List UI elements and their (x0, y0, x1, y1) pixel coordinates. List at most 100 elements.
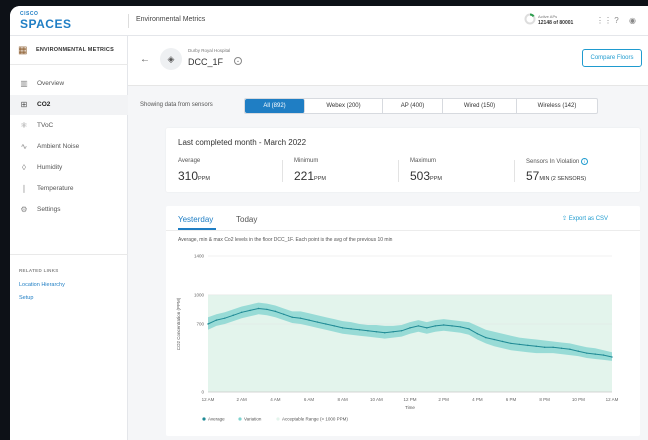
stat-sensors-in-violation: Sensors In Violation i 57MIN (2 SENSORS) (526, 158, 636, 186)
sound-wave-icon: ∿ (20, 142, 28, 151)
tab-today[interactable]: Today (236, 215, 257, 224)
sidebar-item-co2[interactable]: ⊞ CO2 (10, 95, 128, 115)
average-point (207, 323, 209, 325)
average-point (358, 329, 361, 331)
sidebar-item-temperature[interactable]: ❘ Temperature (10, 179, 128, 199)
stat-value: 310PPM (178, 169, 210, 183)
floor-layers-icon: ◈ (160, 48, 182, 70)
bar-chart-icon: ▥ (20, 79, 28, 88)
stat-label: Maximum (410, 158, 437, 164)
average-point (316, 321, 319, 323)
stat-value: 57MIN (2 SENSORS) (526, 169, 586, 183)
average-point (400, 330, 403, 332)
legend-label: Average (208, 417, 225, 422)
x-tick-label: 8 PM (539, 397, 550, 402)
co2-chart: 0 700 1000 1400 CO2 Concentration (PPM) 12 AM… (176, 254, 619, 422)
back-arrow-icon[interactable]: ← (140, 54, 150, 65)
help-icon[interactable]: ? (612, 16, 621, 25)
tab-ap[interactable]: AP (400) (383, 99, 443, 113)
molecule-icon: ⚛ (20, 121, 28, 130)
sidebar-item-overview[interactable]: ▥ Overview (10, 74, 128, 94)
average-point (333, 325, 335, 327)
active-aps-value: 12148 of 80001 (538, 20, 574, 26)
sidebar-item-tvoc[interactable]: ⚛ TVoC (10, 116, 128, 136)
stat-divider (514, 160, 515, 182)
active-aps-label: Active APs (538, 14, 558, 19)
stat-unit: MIN (2 SENSORS) (539, 176, 587, 182)
stat-number: 57 (526, 169, 540, 183)
user-avatar-icon[interactable]: ◉ (628, 16, 637, 25)
x-tick-label: 10 PM (572, 397, 585, 402)
stat-number: 310 (178, 169, 199, 183)
y-axis-label: CO2 Concentration (PPM) (176, 297, 181, 350)
stat-label-text: Sensors In Violation (526, 159, 580, 166)
average-point (426, 327, 428, 329)
legend-label: Acceptable Range (> 1000 PPM) (282, 417, 348, 422)
export-csv-link[interactable]: ⇪ Export as CSV (562, 215, 608, 222)
x-tick-label: 4 AM (270, 397, 281, 402)
x-tick-label: 6 AM (304, 397, 315, 402)
average-point (586, 352, 588, 354)
average-point (249, 309, 251, 312)
sidebar-item-ambient-noise[interactable]: ∿ Ambient Noise (10, 137, 128, 157)
related-link-setup[interactable]: Setup (19, 295, 33, 301)
stat-unit: PPM (430, 176, 442, 182)
chevron-down-icon[interactable]: ⌄ (234, 57, 242, 65)
related-links-title: RELATED LINKS (19, 268, 59, 273)
summary-title: Last completed month - March 2022 (178, 138, 307, 147)
average-point (518, 343, 521, 346)
sidebar-item-humidity[interactable]: ◊ Humidity (10, 158, 128, 178)
y-tick-label: 1000 (194, 292, 205, 297)
chart-tabs-border (166, 230, 640, 231)
stat-unit: PPM (314, 176, 326, 182)
export-label: Export as CSV (568, 216, 609, 222)
average-point (434, 325, 436, 327)
tab-all[interactable]: All (892) (245, 99, 305, 113)
sidebar-header: ▦ ENVIRONMENTAL METRICS (18, 44, 122, 58)
compare-floors-button[interactable]: Compare Floors (582, 49, 642, 67)
average-point (392, 331, 394, 333)
average-point (552, 346, 554, 349)
active-tab-indicator (178, 228, 216, 230)
average-point (535, 345, 537, 348)
tab-yesterday[interactable]: Yesterday (178, 215, 213, 224)
droplet-icon: ◊ (22, 163, 26, 172)
sidebar-item-label: Humidity (37, 164, 63, 171)
average-point (257, 307, 260, 310)
sidebar-item-label: Ambient Noise (37, 143, 80, 150)
info-icon[interactable]: i (581, 158, 589, 165)
sidebar-item-settings[interactable]: ⚙ Settings (10, 200, 128, 220)
x-tick-label: 8 AM (338, 397, 349, 402)
x-tick-label: 12 PM (403, 397, 416, 402)
legend-marker (276, 417, 280, 421)
stat-number: 221 (294, 169, 315, 183)
building-name: Durby Royal Hospital (188, 48, 231, 53)
legend-label: Variation (244, 417, 262, 422)
summary-card: Last completed month - March 2022 Averag… (166, 128, 640, 192)
sidebar-item-label: TVoC (37, 122, 54, 129)
logo-product[interactable]: SPACES (20, 17, 71, 31)
average-point (543, 346, 546, 349)
tab-wired[interactable]: Wired (150) (443, 99, 517, 113)
sidebar-item-label: Temperature (37, 185, 74, 192)
average-point (510, 342, 512, 345)
legend-marker (238, 417, 242, 421)
grid-apps-icon[interactable]: ⋮⋮ (596, 16, 612, 25)
average-point (266, 308, 268, 311)
average-point (215, 319, 218, 321)
legend-average: Average (202, 417, 225, 422)
sidebar-item-label: CO2 (37, 101, 51, 108)
related-link-location-hierarchy[interactable]: Location Hierarchy (19, 282, 65, 288)
app-window: CISCO SPACES Environmental Metrics Activ… (10, 6, 648, 440)
average-point (493, 338, 495, 341)
tab-webex[interactable]: Webex (200) (305, 99, 383, 113)
stat-maximum: Maximum 503PPM (410, 158, 520, 186)
average-point (560, 347, 563, 349)
average-point (594, 353, 596, 355)
average-point (459, 326, 462, 328)
average-point (417, 325, 420, 327)
sidebar-header-label: ENVIRONMENTAL METRICS (36, 47, 114, 53)
average-point (274, 310, 277, 313)
average-point (527, 344, 529, 347)
tab-wireless[interactable]: Wireless (142) (517, 99, 597, 113)
